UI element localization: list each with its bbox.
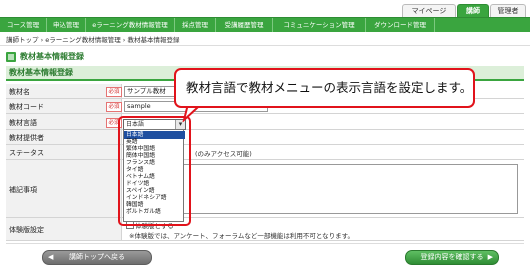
row-status: ステータス (のみアクセス可能) xyxy=(6,145,524,160)
tab-lecturer[interactable]: 講師 xyxy=(457,4,489,18)
tab-admin[interactable]: 管理者 xyxy=(490,4,526,18)
label-material-provider: 教材提供者 xyxy=(9,134,44,142)
nav-download[interactable]: ダウンロード管理 xyxy=(366,18,435,32)
label-material-language: 教材言語 xyxy=(9,119,37,127)
section-title: 教材基本情報登録 xyxy=(9,68,73,77)
label-cell: 補記事項 xyxy=(6,160,122,217)
nav-application[interactable]: 申込管理 xyxy=(47,18,86,32)
trial-note: ※体験版では、アンケート、フォーラムなど一部機能は利用不可となります。 xyxy=(129,232,355,240)
confirm-button[interactable]: 登録内容を確認する ▶ xyxy=(405,250,499,265)
label-status: ステータス xyxy=(9,149,44,157)
nav-elearning-material[interactable]: eラーニング教材情報管理 xyxy=(86,18,175,32)
required-badge: 必須 xyxy=(106,102,122,112)
label-cell: 教材提供者 xyxy=(6,130,122,144)
document-icon xyxy=(6,52,16,62)
label-cell: ステータス xyxy=(6,145,122,159)
row-material-provider: 教材提供者 xyxy=(6,130,524,145)
nav-grading[interactable]: 採点管理 xyxy=(175,18,216,32)
callout: 教材言語で教材メニューの表示言語を設定します。 xyxy=(174,68,475,108)
breadcrumb: 講師トップ › eラーニング教材情報管理 › 教材基本情報登録 xyxy=(6,36,180,44)
label-cell: 教材コード 必須 xyxy=(6,99,122,113)
arrow-right-icon: ▶ xyxy=(487,253,493,261)
arrow-left-icon: ◀ xyxy=(48,253,54,261)
label-trial: 体験版設定 xyxy=(9,226,44,234)
row-material-language: 教材言語 必須 xyxy=(6,114,524,130)
confirm-button-label: 登録内容を確認する xyxy=(420,253,484,261)
back-to-top-button[interactable]: ◀ 講師トップへ戻る xyxy=(42,250,152,265)
main-nav: コース管理 申込管理 eラーニング教材情報管理 採点管理 受講履歴管理 コミュニ… xyxy=(0,17,530,32)
nav-communication[interactable]: コミュニケーション管理 xyxy=(273,18,366,32)
label-cell: 教材言語 必須 xyxy=(6,114,122,129)
label-material-name: 教材名 xyxy=(9,88,30,96)
label-material-code: 教材コード xyxy=(9,103,44,111)
back-button-label: 講師トップへ戻る xyxy=(69,253,125,261)
row-trial: 体験版設定 体験版とする ※体験版では、アンケート、フォーラムなど一部機能は利用… xyxy=(6,218,524,241)
highlight-box xyxy=(118,116,191,226)
row-notes: 補記事項 xyxy=(6,160,524,218)
page-header: 教材基本情報登録 xyxy=(6,51,524,64)
nav-course[interactable]: コース管理 xyxy=(0,18,47,32)
nav-history[interactable]: 受講履歴管理 xyxy=(216,18,273,32)
callout-text: 教材言語で教材メニューの表示言語を設定します。 xyxy=(186,80,473,95)
tab-mypage[interactable]: マイページ xyxy=(402,4,456,18)
page-title: 教材基本情報登録 xyxy=(20,52,84,61)
status-text: (のみアクセス可能) xyxy=(195,150,252,158)
label-cell: 体験版設定 xyxy=(6,218,122,240)
required-badge: 必須 xyxy=(106,87,122,97)
divider xyxy=(0,45,530,46)
label-cell: 教材名 必須 xyxy=(6,84,122,98)
label-notes: 補記事項 xyxy=(9,186,37,194)
divider xyxy=(6,243,524,244)
